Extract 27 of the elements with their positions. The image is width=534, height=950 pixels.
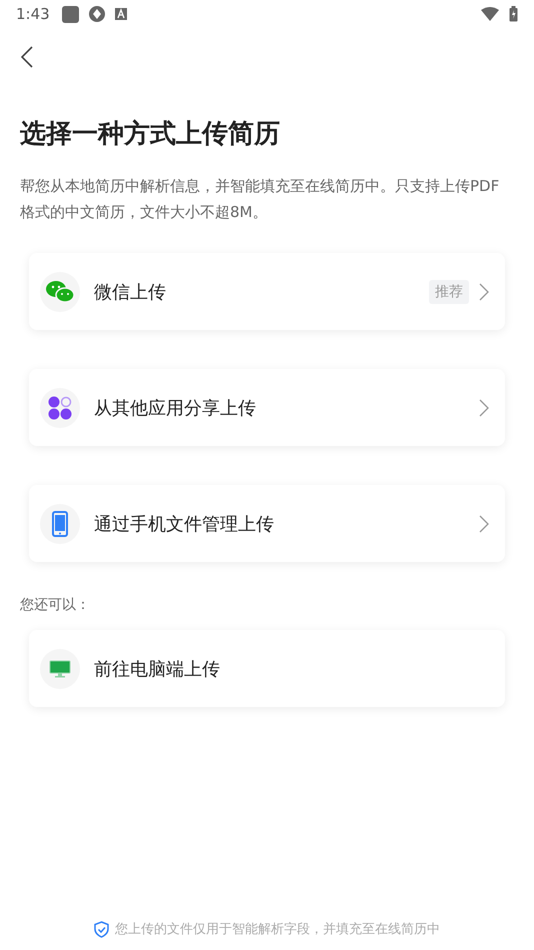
monitor-icon <box>49 660 71 678</box>
chevron-right-icon <box>479 398 489 416</box>
option-label: 微信上传 <box>94 280 167 304</box>
battery-icon <box>509 6 518 22</box>
upload-option[interactable]: 通过手机文件管理上传 <box>29 485 505 562</box>
status-time: 1:43 <box>16 5 50 23</box>
phone-icon <box>52 510 68 536</box>
chevron-right-icon <box>479 514 489 532</box>
option-label: 通过手机文件管理上传 <box>94 512 275 536</box>
chevron-right-icon <box>479 282 489 300</box>
upload-option[interactable]: 从其他应用分享上传 <box>29 369 505 446</box>
chat-bubbles-icon <box>46 280 74 304</box>
privacy-note: 您上传的文件仅用于智能解析字段，并填充至在线简历中 <box>115 921 440 938</box>
upload-option[interactable]: 前往电脑端上传 <box>29 630 505 707</box>
option-label: 前往电脑端上传 <box>94 658 221 680</box>
back-icon <box>21 46 33 68</box>
four-circles-icon <box>48 396 72 420</box>
shield-check-icon <box>94 920 109 938</box>
font-icon <box>114 8 127 20</box>
wifi-icon <box>481 7 499 21</box>
recommend-tag: 推荐 <box>429 280 469 304</box>
page-title: 选择一种方式上传简历 <box>20 118 281 151</box>
description: 帮您从本地简历中解析信息，并智能填充至在线简历中。只支持上传PDF格式的中文简历，文件大小不超8M。 <box>20 176 500 223</box>
square-icon <box>62 6 79 22</box>
upload-option[interactable]: 微信上传 推荐 <box>29 253 505 330</box>
option-label: 从其他应用分享上传 <box>94 396 257 420</box>
more-label: 您还可以： <box>20 596 91 614</box>
